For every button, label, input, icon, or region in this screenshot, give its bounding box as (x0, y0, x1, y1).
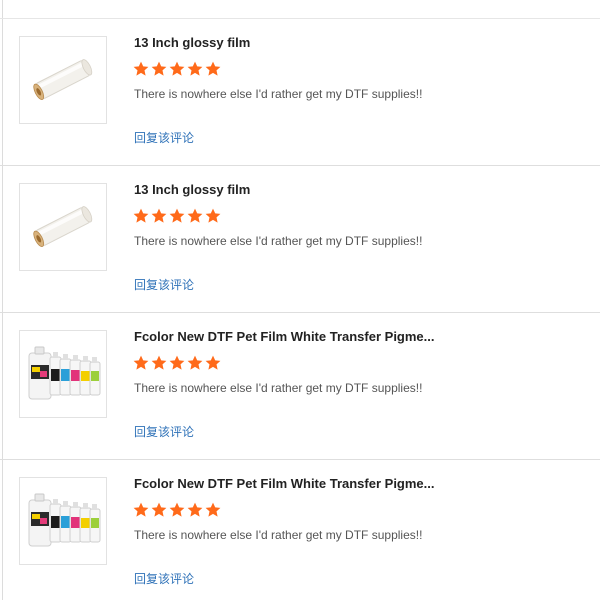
product-thumbnail[interactable] (19, 477, 107, 565)
star-rating (133, 61, 221, 79)
reply-link[interactable]: 回复该评论 (134, 423, 194, 440)
star-filled-icon (169, 61, 185, 76)
star-filled-icon (133, 502, 149, 517)
star-filled-icon (205, 502, 221, 517)
ink-bottles-icon (28, 346, 101, 400)
star-filled-icon (151, 502, 167, 517)
star-filled-icon (133, 61, 149, 76)
star-rating (133, 355, 221, 373)
star-filled-icon (187, 61, 203, 76)
review-list: 13 Inch glossy film There is nowhere els… (0, 19, 600, 605)
reply-link[interactable]: 回复该评论 (134, 276, 194, 293)
product-title[interactable]: Fcolor New DTF Pet Film White Transfer P… (134, 476, 444, 491)
review-item: Fcolor New DTF Pet Film White Transfer P… (0, 459, 600, 605)
star-filled-icon (169, 208, 185, 223)
reply-link[interactable]: 回复该评论 (134, 570, 194, 587)
review-text: There is nowhere else I'd rather get my … (134, 528, 423, 542)
star-filled-icon (133, 208, 149, 223)
product-thumbnail[interactable] (19, 330, 107, 418)
star-filled-icon (169, 355, 185, 370)
product-title[interactable]: 13 Inch glossy film (134, 182, 444, 197)
review-text: There is nowhere else I'd rather get my … (134, 381, 423, 395)
star-filled-icon (169, 502, 185, 517)
product-thumbnail[interactable] (19, 183, 107, 271)
star-filled-icon (205, 355, 221, 370)
review-item: 13 Inch glossy film There is nowhere els… (0, 165, 600, 312)
star-filled-icon (133, 355, 149, 370)
product-title[interactable]: Fcolor New DTF Pet Film White Transfer P… (134, 329, 444, 344)
star-rating (133, 208, 221, 226)
star-filled-icon (187, 502, 203, 517)
star-filled-icon (187, 208, 203, 223)
star-filled-icon (205, 208, 221, 223)
star-filled-icon (205, 61, 221, 76)
reply-link[interactable]: 回复该评论 (134, 129, 194, 146)
review-text: There is nowhere else I'd rather get my … (134, 234, 423, 248)
review-item: Fcolor New DTF Pet Film White Transfer P… (0, 312, 600, 459)
film-roll-icon (33, 206, 93, 247)
film-roll-icon (33, 59, 93, 100)
star-filled-icon (187, 355, 203, 370)
product-thumbnail[interactable] (19, 36, 107, 124)
product-title[interactable]: 13 Inch glossy film (134, 35, 444, 50)
ink-bottles-icon (28, 493, 101, 547)
star-filled-icon (151, 61, 167, 76)
star-rating (133, 502, 221, 520)
review-item: 13 Inch glossy film There is nowhere els… (0, 19, 600, 165)
star-filled-icon (151, 208, 167, 223)
review-text: There is nowhere else I'd rather get my … (134, 87, 423, 101)
star-filled-icon (151, 355, 167, 370)
